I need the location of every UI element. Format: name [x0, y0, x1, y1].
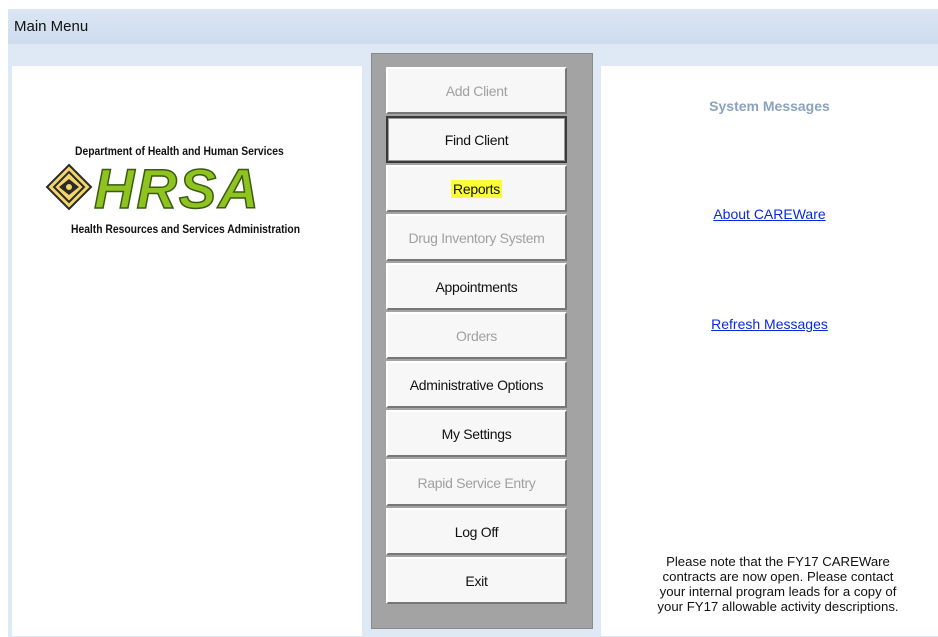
logo-line-1: Department of Health and Human Services	[75, 144, 284, 158]
about-careware-link[interactable]: About CAREWare	[601, 206, 938, 222]
appointments-button[interactable]: Appointments	[386, 263, 567, 310]
notice-line: your internal program leads for a copy o…	[659, 584, 897, 599]
orders-button[interactable]: Orders	[386, 312, 567, 359]
orders-label: Orders	[456, 327, 497, 344]
administrative-options-button[interactable]: Administrative Options	[386, 361, 567, 408]
refresh-messages-link[interactable]: Refresh Messages	[601, 316, 938, 332]
my-settings-button[interactable]: My Settings	[386, 410, 567, 457]
log-off-button[interactable]: Log Off	[386, 508, 567, 555]
main-menu-window: Main Menu Department of Health and Human…	[8, 9, 938, 637]
logo-panel: Department of Health and Human Services …	[12, 66, 362, 636]
exit-button[interactable]: Exit	[386, 557, 567, 604]
system-messages-panel: System Messages About CAREWare Refresh M…	[601, 66, 938, 636]
hrsa-wordmark-icon: HRSA	[45, 160, 261, 221]
window-title: Main Menu	[8, 9, 938, 44]
notice-line: Please note that the FY17 CAREWare	[666, 554, 890, 569]
system-messages-title: System Messages	[709, 98, 830, 114]
wordmark-text: HRSA	[94, 160, 261, 220]
rapid-service-entry-label: Rapid Service Entry	[417, 474, 536, 491]
appointments-label: Appointments	[435, 278, 518, 295]
menu-panel: Add Client Find Client Reports Drug Inve…	[371, 53, 593, 629]
drug-inventory-system-label: Drug Inventory System	[408, 229, 545, 246]
add-client-button[interactable]: Add Client	[386, 67, 567, 114]
hrsa-logo: Department of Health and Human Services …	[42, 144, 342, 244]
notice-line: your FY17 allowable activity description…	[657, 599, 899, 614]
add-client-label: Add Client	[445, 82, 508, 99]
reports-label: Reports	[451, 179, 502, 198]
my-settings-label: My Settings	[441, 425, 512, 442]
administrative-options-label: Administrative Options	[409, 376, 544, 393]
exit-label: Exit	[465, 572, 488, 589]
drug-inventory-system-button[interactable]: Drug Inventory System	[386, 214, 567, 261]
find-client-button[interactable]: Find Client	[386, 116, 567, 163]
find-client-label: Find Client	[444, 131, 509, 148]
logo-line-2: Health Resources and Services Administra…	[71, 222, 301, 236]
notice-line: contracts are now open. Please contact	[662, 569, 894, 584]
log-off-label: Log Off	[454, 523, 499, 540]
notice-message: Please note that the FY17 CAREWare contr…	[619, 554, 937, 614]
reports-button[interactable]: Reports	[386, 165, 567, 212]
rapid-service-entry-button[interactable]: Rapid Service Entry	[386, 459, 567, 506]
